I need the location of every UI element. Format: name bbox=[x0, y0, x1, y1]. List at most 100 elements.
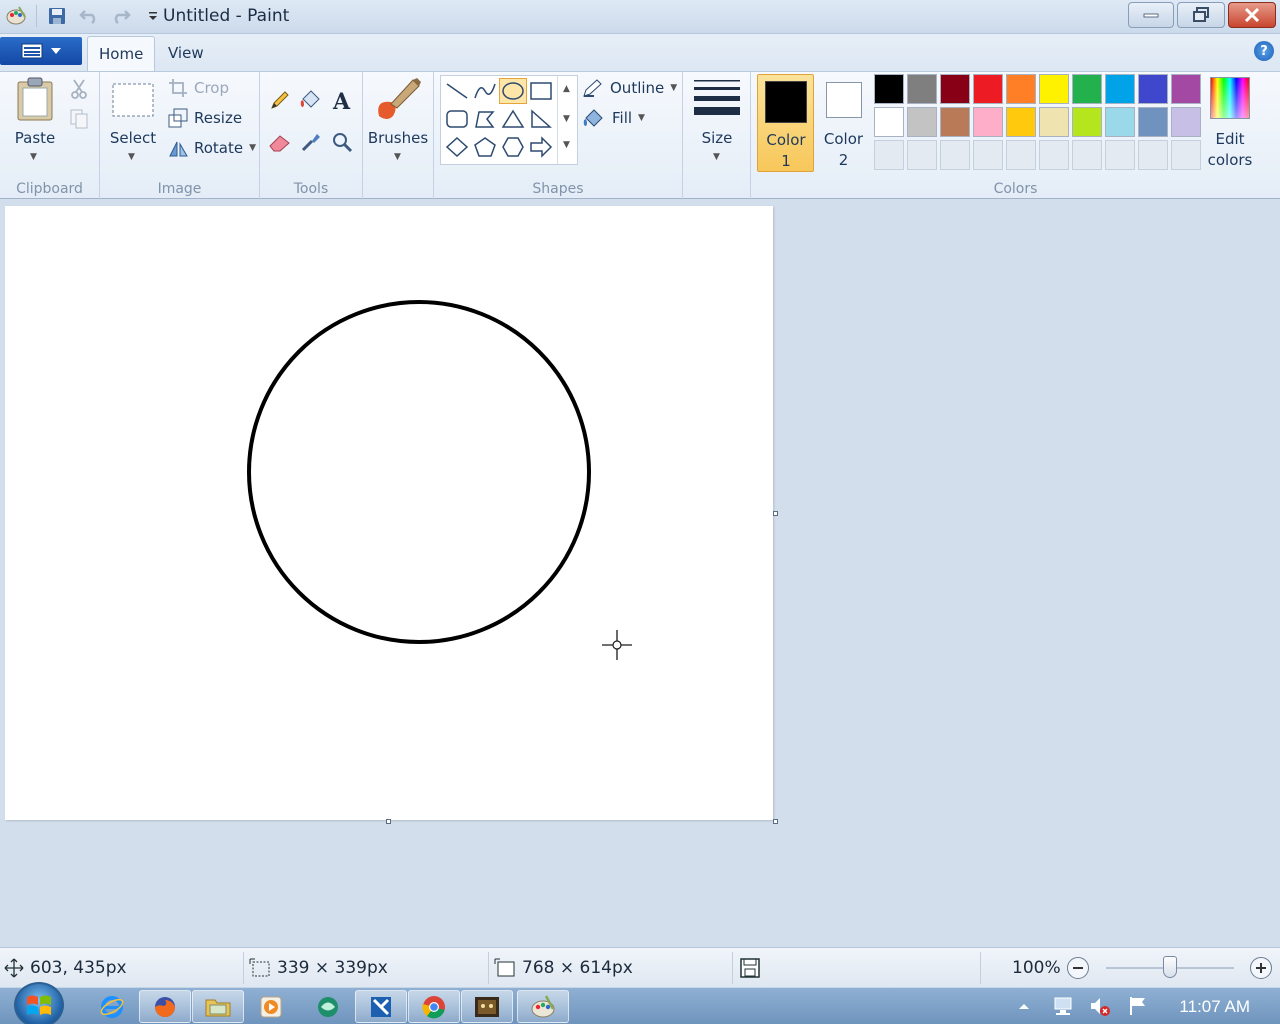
custom-color-slot[interactable] bbox=[940, 140, 970, 170]
custom-color-slot[interactable] bbox=[1105, 140, 1135, 170]
right-triangle-shape-icon[interactable] bbox=[527, 106, 555, 132]
magnifier-icon[interactable] bbox=[327, 128, 357, 156]
cut-icon[interactable] bbox=[68, 78, 90, 100]
palette-swatch[interactable] bbox=[973, 74, 1003, 104]
shapes-scroll[interactable]: ▲ ▼ ▼ bbox=[557, 76, 577, 164]
custom-color-slot[interactable] bbox=[1171, 140, 1201, 170]
size-button[interactable]: Size ▼ bbox=[689, 76, 745, 168]
pentagon-shape-icon[interactable] bbox=[471, 134, 499, 160]
palette-swatch[interactable] bbox=[1072, 74, 1102, 104]
color1-button[interactable]: Color 1 bbox=[757, 74, 814, 172]
right-arrow-shape-icon[interactable] bbox=[527, 134, 555, 160]
custom-color-slot[interactable] bbox=[1006, 140, 1036, 170]
resize-handle-corner[interactable] bbox=[773, 819, 778, 824]
action-center-flag-icon[interactable] bbox=[1126, 994, 1150, 1018]
paint-app-icon[interactable] bbox=[4, 4, 28, 28]
scroll-down-icon[interactable]: ▼ bbox=[563, 114, 570, 124]
close-button[interactable] bbox=[1228, 2, 1276, 28]
palette-swatch[interactable] bbox=[1006, 74, 1036, 104]
custom-color-slot[interactable] bbox=[1138, 140, 1168, 170]
custom-color-slot[interactable] bbox=[1039, 140, 1069, 170]
hexagon-shape-icon[interactable] bbox=[499, 134, 527, 160]
tab-home[interactable]: Home bbox=[87, 36, 156, 72]
palette-swatch[interactable] bbox=[907, 107, 937, 137]
pencil-icon[interactable] bbox=[265, 86, 295, 114]
taskbar-internet-explorer[interactable] bbox=[86, 990, 138, 1023]
text-tool-icon[interactable]: A bbox=[327, 86, 357, 114]
taskbar-paint[interactable] bbox=[517, 990, 569, 1023]
taskbar-game-app[interactable] bbox=[461, 990, 513, 1023]
palette-swatch[interactable] bbox=[907, 74, 937, 104]
eraser-icon[interactable] bbox=[265, 128, 295, 156]
copy-icon[interactable] bbox=[68, 108, 90, 130]
palette-swatch[interactable] bbox=[1171, 74, 1201, 104]
drawing-canvas[interactable] bbox=[5, 206, 773, 820]
palette-swatch[interactable] bbox=[940, 107, 970, 137]
taskbar-chrome[interactable] bbox=[408, 990, 460, 1023]
diamond-shape-icon[interactable] bbox=[443, 134, 471, 160]
line-shape-icon[interactable] bbox=[443, 78, 471, 104]
palette-swatch[interactable] bbox=[1006, 107, 1036, 137]
tab-view[interactable]: View bbox=[157, 36, 215, 72]
fill-bucket-icon[interactable] bbox=[296, 86, 326, 114]
palette-swatch[interactable] bbox=[1105, 107, 1135, 137]
edit-colors-button[interactable]: Edit colors bbox=[1205, 74, 1255, 172]
palette-swatch[interactable] bbox=[973, 107, 1003, 137]
color-picker-icon[interactable] bbox=[296, 128, 326, 156]
palette-swatch[interactable] bbox=[1171, 107, 1201, 137]
zoom-slider-thumb[interactable] bbox=[1163, 956, 1177, 978]
taskbar-green-app[interactable] bbox=[302, 990, 354, 1023]
custom-color-slot[interactable] bbox=[874, 140, 904, 170]
volume-muted-icon[interactable] bbox=[1088, 994, 1112, 1018]
start-button[interactable] bbox=[14, 982, 64, 1024]
palette-swatch[interactable] bbox=[1138, 74, 1168, 104]
zoom-slider[interactable] bbox=[1106, 956, 1234, 978]
rotate-button[interactable]: Rotate ▼ bbox=[168, 138, 256, 158]
palette-swatch[interactable] bbox=[874, 107, 904, 137]
minimize-button[interactable] bbox=[1128, 2, 1174, 28]
outline-button[interactable]: Outline ▼ bbox=[582, 78, 677, 98]
crop-button[interactable]: Crop bbox=[168, 78, 229, 98]
redo-icon[interactable] bbox=[109, 4, 133, 28]
polygon-shape-icon[interactable] bbox=[471, 106, 499, 132]
color2-button[interactable]: Color 2 bbox=[815, 74, 872, 172]
resize-handle-bottom[interactable] bbox=[386, 819, 391, 824]
palette-swatch[interactable] bbox=[1105, 74, 1135, 104]
fill-button[interactable]: Fill ▼ bbox=[582, 108, 645, 128]
oval-shape-icon[interactable] bbox=[499, 78, 527, 104]
palette-swatch[interactable] bbox=[940, 74, 970, 104]
curve-shape-icon[interactable] bbox=[471, 78, 499, 104]
undo-icon[interactable] bbox=[77, 4, 101, 28]
show-hidden-icons-chevron-icon[interactable] bbox=[1012, 994, 1036, 1018]
restore-button[interactable] bbox=[1177, 2, 1225, 28]
help-icon[interactable]: ? bbox=[1254, 41, 1274, 61]
palette-swatch[interactable] bbox=[1039, 107, 1069, 137]
rectangle-shape-icon[interactable] bbox=[527, 78, 555, 104]
taskbar-clock[interactable]: 11:07 AM bbox=[1179, 997, 1250, 1017]
resize-button[interactable]: Resize bbox=[168, 108, 242, 128]
resize-handle-right[interactable] bbox=[773, 511, 778, 516]
scroll-up-icon[interactable]: ▲ bbox=[563, 84, 570, 94]
custom-color-slot[interactable] bbox=[973, 140, 1003, 170]
taskbar-media-player[interactable] bbox=[245, 990, 297, 1023]
custom-color-slot[interactable] bbox=[1072, 140, 1102, 170]
zoom-out-button[interactable] bbox=[1067, 957, 1089, 979]
triangle-shape-icon[interactable] bbox=[499, 106, 527, 132]
palette-swatch[interactable] bbox=[1138, 107, 1168, 137]
select-button[interactable]: Select ▼ bbox=[108, 76, 158, 168]
network-icon[interactable] bbox=[1052, 994, 1076, 1018]
custom-color-slot[interactable] bbox=[907, 140, 937, 170]
shapes-more-icon[interactable]: ▼ bbox=[563, 140, 570, 150]
customize-qat-chevron-icon[interactable] bbox=[141, 4, 165, 28]
taskbar-file-explorer[interactable] bbox=[192, 990, 244, 1023]
zoom-in-button[interactable] bbox=[1250, 957, 1272, 979]
save-icon[interactable] bbox=[45, 4, 69, 28]
paint-menu-button[interactable] bbox=[0, 37, 82, 65]
rounded-rectangle-shape-icon[interactable] bbox=[443, 106, 471, 132]
palette-swatch[interactable] bbox=[1039, 74, 1069, 104]
palette-swatch[interactable] bbox=[1072, 107, 1102, 137]
paste-button[interactable]: Paste ▼ bbox=[8, 76, 62, 168]
taskbar-blue-app[interactable] bbox=[355, 990, 407, 1023]
brushes-button[interactable]: Brushes ▼ bbox=[367, 76, 429, 168]
taskbar-firefox[interactable] bbox=[139, 990, 191, 1023]
